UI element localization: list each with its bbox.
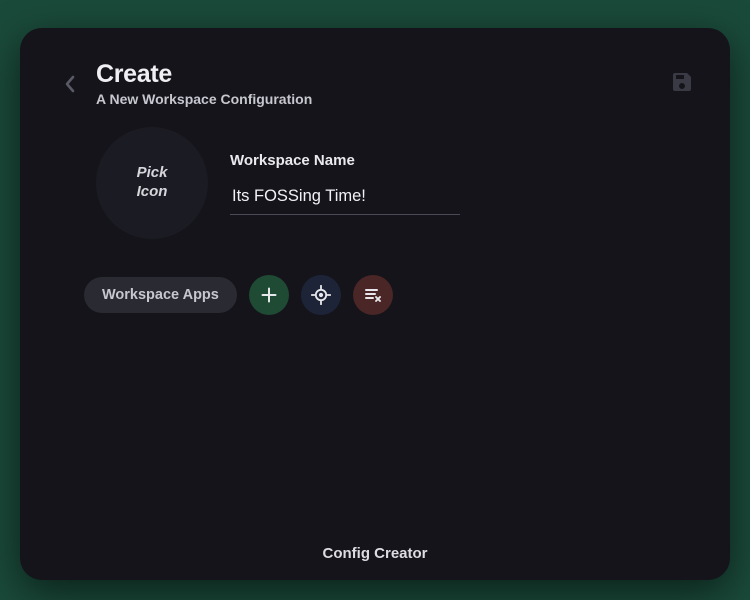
icon-picker-label: Pick Icon — [122, 164, 182, 202]
workspace-name-block: Workspace Name — [230, 152, 460, 215]
workspace-apps-label: Workspace Apps — [84, 277, 237, 313]
workspace-apps-row: Workspace Apps — [20, 239, 730, 315]
locate-app-button[interactable] — [301, 275, 341, 315]
page-title: Create — [96, 60, 670, 89]
save-icon — [670, 70, 694, 94]
back-button[interactable] — [56, 70, 84, 98]
title-block: Create A New Workspace Configuration — [96, 60, 670, 107]
plus-icon — [260, 286, 278, 304]
config-creator-window: Create A New Workspace Configuration Pic… — [20, 28, 730, 580]
workspace-name-label: Workspace Name — [230, 152, 460, 169]
header: Create A New Workspace Configuration — [20, 28, 730, 107]
page-subtitle: A New Workspace Configuration — [96, 91, 670, 107]
footer-label: Config Creator — [20, 545, 730, 580]
list-remove-icon — [363, 285, 383, 305]
icon-picker[interactable]: Pick Icon — [96, 127, 208, 239]
save-button[interactable] — [670, 70, 698, 98]
workspace-form-row: Pick Icon Workspace Name — [20, 107, 730, 239]
workspace-name-input[interactable] — [230, 183, 460, 215]
crosshair-icon — [311, 285, 331, 305]
remove-apps-button[interactable] — [353, 275, 393, 315]
chevron-left-icon — [63, 74, 77, 94]
add-app-button[interactable] — [249, 275, 289, 315]
